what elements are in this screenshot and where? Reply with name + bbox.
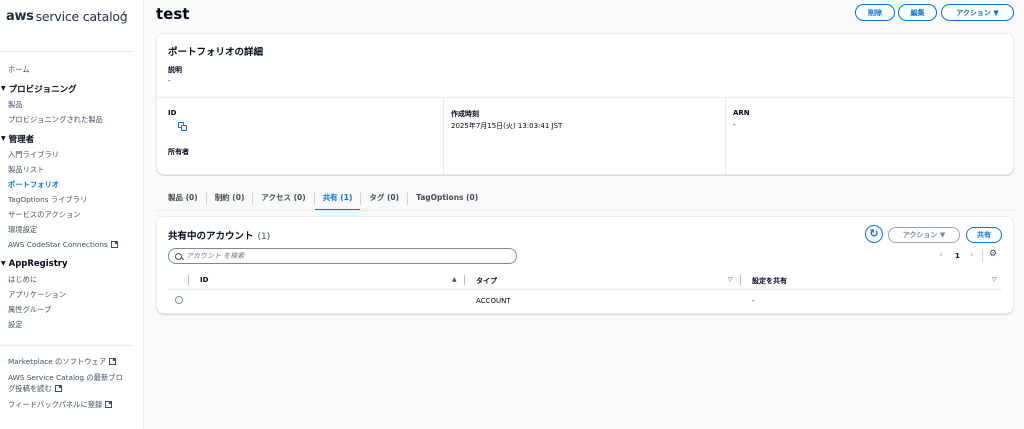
sidebar-section-provisioning[interactable]: ▼ プロビジョニング: [0, 80, 144, 97]
row-select-radio[interactable]: [175, 296, 183, 304]
brand[interactable]: aws service catalog: [6, 9, 128, 24]
brand-name: service catalog: [35, 9, 128, 24]
tab-constraints[interactable]: 制約 (0): [207, 187, 253, 209]
arn-label: ARN: [733, 109, 750, 117]
tab-tags[interactable]: タグ (0): [361, 187, 407, 209]
link-label: AWS Service Catalog の最新ブログ投稿を読む: [8, 373, 123, 393]
tab-share[interactable]: 共有 (1): [314, 187, 361, 211]
sidebar-item-label: AWS CodeStar Connections: [8, 240, 108, 249]
external-link-icon: [110, 241, 118, 248]
sidebar-item-applications[interactable]: アプリケーション: [0, 287, 144, 302]
sidebar-section-admin[interactable]: ▼ 管理者: [0, 130, 144, 147]
marketplace-link[interactable]: Marketplace のソフトウェア: [0, 356, 144, 367]
link-label: フィードバックパネルに登録: [8, 400, 103, 409]
feedback-panel-link[interactable]: フィードバックパネルに登録: [0, 399, 144, 410]
sidebar-item-portfolios[interactable]: ポートフォリオ: [0, 177, 144, 192]
shared-accounts-card: 共有中のアカウント (1) ↻ アクション ▼ 共有: [156, 216, 1014, 314]
created-label: 作成時刻: [451, 110, 479, 118]
copy-icon[interactable]: [178, 122, 187, 131]
sort-icon[interactable]: ▽: [728, 276, 733, 283]
caret-down-icon: ▼: [1, 135, 6, 142]
page-number[interactable]: 1: [955, 252, 960, 260]
tabs-underline: [156, 210, 1014, 211]
sidebar-item-products[interactable]: 製品: [0, 97, 144, 112]
portfolio-details-card: ポートフォリオの詳細 説明 - ID 所有者 作成時刻 2025年7月15日(火…: [156, 33, 1014, 175]
sidebar-item-home[interactable]: ホーム: [0, 62, 144, 77]
sidebar-item-attribute-groups[interactable]: 属性グループ: [0, 302, 144, 317]
cell-type: ACCOUNT: [476, 297, 511, 305]
owner-label: 所有者: [168, 148, 189, 156]
aws-logo: aws: [6, 9, 34, 24]
caret-down-icon: ▼: [1, 260, 6, 267]
sort-icon[interactable]: ▽: [992, 276, 997, 283]
share-actions-dropdown[interactable]: アクション ▼: [888, 227, 960, 243]
edit-button[interactable]: 編集: [898, 4, 937, 21]
column-header-share-settings[interactable]: 設定を共有: [752, 276, 787, 286]
sidebar-section-appregistry[interactable]: ▼ AppRegistry: [0, 255, 144, 272]
sidebar-item-getting-started[interactable]: はじめに: [0, 272, 144, 287]
details-title: ポートフォリオの詳細: [168, 47, 264, 58]
next-page-icon[interactable]: ›: [970, 250, 974, 260]
column-separator: [188, 275, 189, 285]
arn-value: -: [733, 121, 736, 129]
description-value: -: [168, 77, 171, 85]
shared-accounts-count: (1): [257, 232, 271, 242]
sidebar-item-settings[interactable]: 設定: [0, 317, 144, 332]
sidebar-nav: ホーム ▼ プロビジョニング 製品 プロビジョニングされた製品 ▼ 管理者 入門…: [0, 62, 144, 332]
tab-access[interactable]: アクセス (0): [253, 187, 313, 209]
collapse-sidebar-icon[interactable]: ‹: [122, 6, 126, 19]
share-button[interactable]: 共有: [966, 227, 1002, 243]
sidebar-item-preferences[interactable]: 環境設定: [0, 222, 144, 237]
column-separator: [464, 275, 465, 285]
id-label: ID: [168, 109, 177, 117]
delete-button[interactable]: 削除: [855, 4, 895, 21]
column-header-id[interactable]: ID: [200, 276, 208, 284]
search-input[interactable]: [186, 252, 486, 260]
divider: [725, 97, 726, 175]
refresh-icon[interactable]: ↻: [865, 225, 883, 243]
divider: [982, 249, 983, 262]
sidebar-item-provisioned-products[interactable]: プロビジョニングされた製品: [0, 112, 144, 127]
tab-tagoptions[interactable]: TagOptions (0): [408, 187, 486, 209]
sidebar-bottom-links: Marketplace のソフトウェア AWS Service Catalog …: [0, 356, 144, 415]
sidebar-item-codestar-connections[interactable]: AWS CodeStar Connections: [0, 237, 144, 252]
actions-dropdown[interactable]: アクション ▼: [941, 4, 1014, 21]
sidebar-item-product-list[interactable]: 製品リスト: [0, 162, 144, 177]
sort-ascending-icon[interactable]: ▲: [452, 276, 457, 283]
sidebar-section-label: AppRegistry: [8, 258, 68, 269]
settings-gear-icon[interactable]: ⚙: [989, 249, 997, 259]
column-separator: [740, 275, 741, 285]
tab-list: 製品 (0) 制約 (0) アクセス (0) 共有 (1) タグ (0) Tag…: [160, 187, 486, 211]
cell-share-settings: -: [752, 297, 755, 305]
shared-accounts-title: 共有中のアカウント: [168, 231, 254, 242]
tab-products[interactable]: 製品 (0): [160, 187, 206, 209]
description-label: 説明: [168, 66, 182, 74]
page-title: test: [156, 5, 190, 23]
divider: [157, 97, 1013, 98]
divider: [443, 97, 444, 175]
sidebar-section-label: 管理者: [8, 134, 35, 145]
table-header-divider: [168, 289, 1002, 290]
sidebar-divider: [0, 345, 134, 346]
search-field[interactable]: [168, 248, 517, 264]
sidebar-item-tagoptions-library[interactable]: TagOptions ライブラリ: [0, 192, 144, 207]
blog-link[interactable]: AWS Service Catalog の最新ブログ投稿を読む: [0, 372, 130, 394]
external-link-icon: [109, 358, 117, 365]
search-icon: [175, 252, 182, 260]
sidebar-item-service-actions[interactable]: サービスのアクション: [0, 207, 144, 222]
sidebar-item-getting-started-library[interactable]: 入門ライブラリ: [0, 147, 144, 162]
previous-page-icon[interactable]: ‹: [939, 250, 943, 260]
sidebar-section-label: プロビジョニング: [8, 84, 77, 95]
created-value: 2025年7月15日(火) 13:03:41 JST: [451, 122, 563, 130]
sidebar-divider: [0, 51, 134, 52]
link-label: Marketplace のソフトウェア: [8, 357, 107, 366]
shared-accounts-header: 共有中のアカウント (1): [168, 228, 270, 242]
caret-down-icon: ▼: [1, 85, 6, 92]
external-link-icon: [54, 385, 62, 392]
column-header-type[interactable]: タイプ: [476, 276, 497, 286]
external-link-icon: [105, 401, 113, 408]
sidebar: aws service catalog ‹ ホーム ▼ プロビジョニング 製品 …: [0, 0, 144, 429]
